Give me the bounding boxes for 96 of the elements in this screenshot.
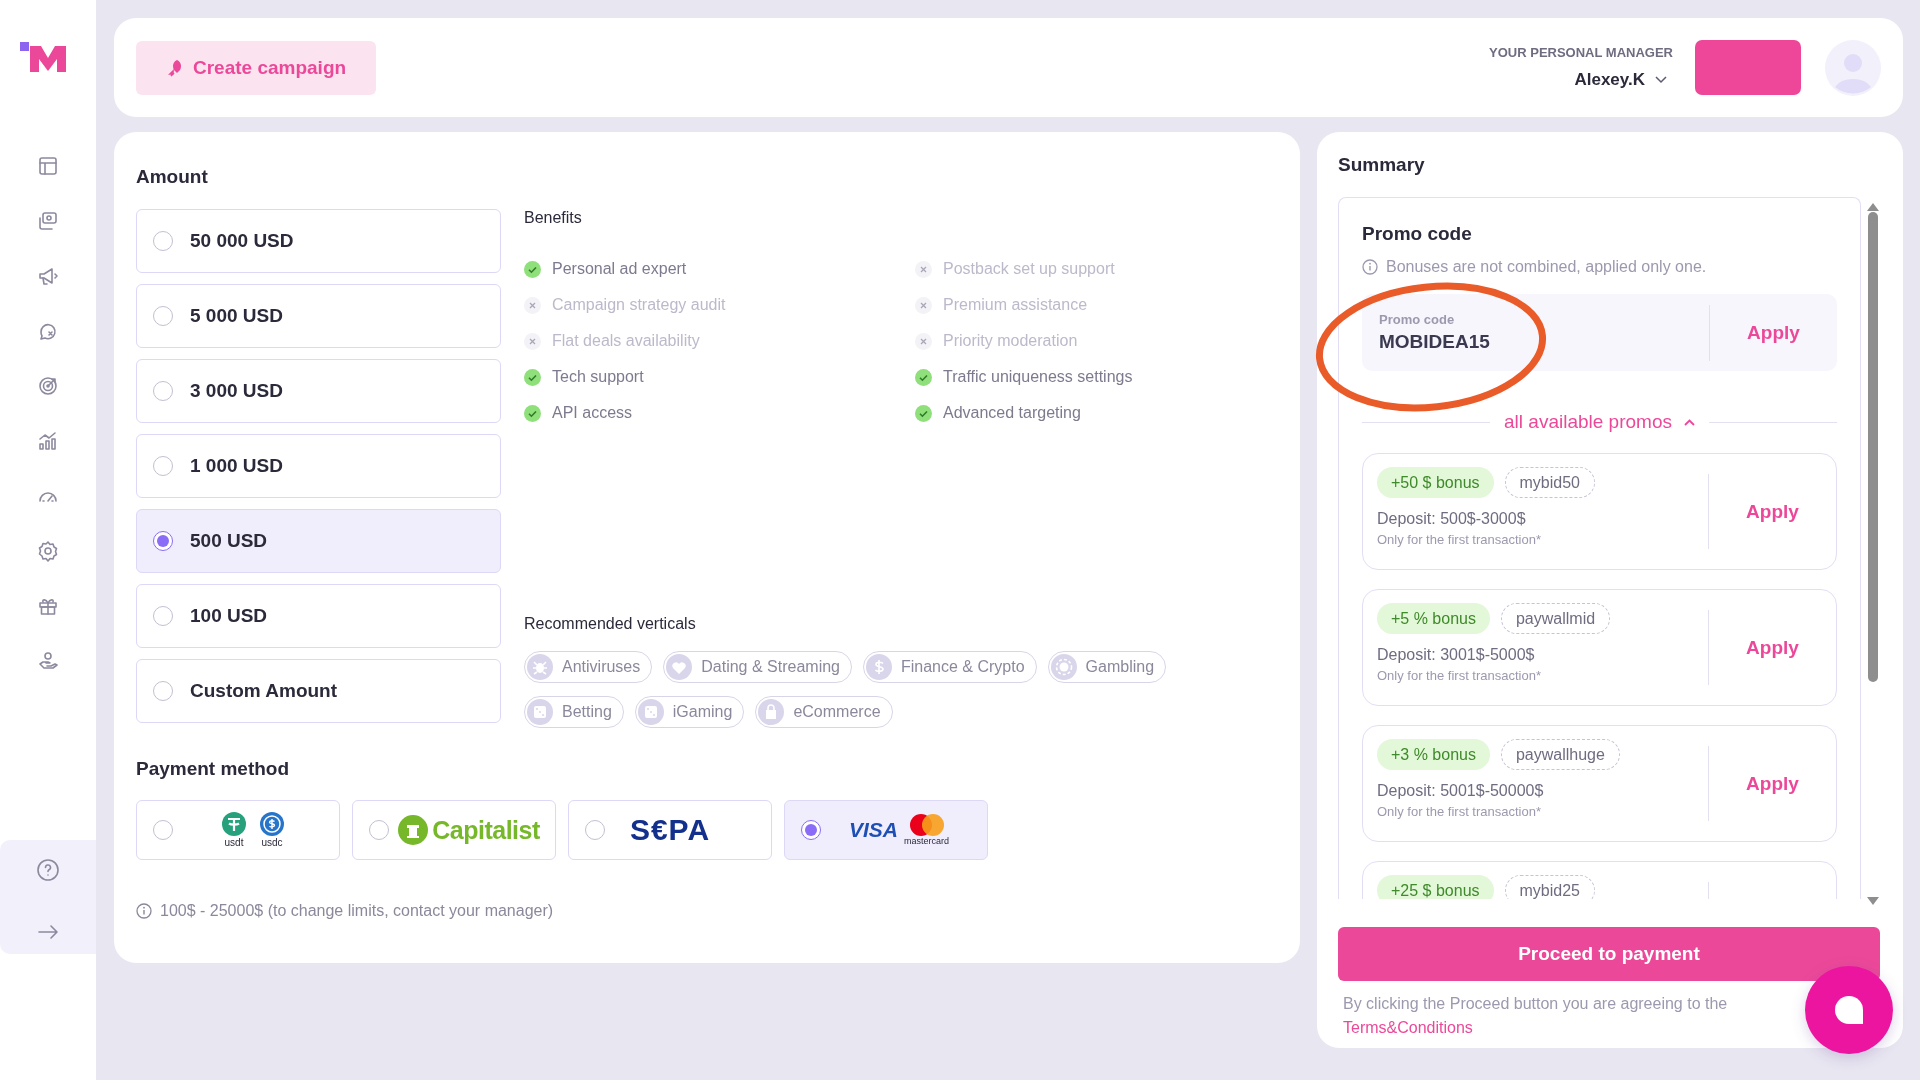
vertical-tag: Gambling (1047, 651, 1167, 683)
vertical-tag: iGaming (634, 696, 745, 728)
amount-option[interactable]: 100 USD (136, 584, 501, 648)
bonus-badge: +5 % bonus (1377, 603, 1490, 634)
scroll-down-icon[interactable] (1867, 897, 1879, 905)
condition-note: Only for the first transaction* (1377, 804, 1542, 819)
terms-text: By clicking the Proceed button you are agreeing to the Terms&Conditions (1343, 994, 1729, 1038)
help-icon[interactable] (36, 858, 60, 882)
target-icon[interactable] (37, 375, 59, 397)
cards-icon[interactable] (37, 210, 59, 232)
apply-button[interactable]: Apply (1709, 500, 1836, 523)
coin-label: usdc (261, 837, 283, 848)
promos-toggle[interactable]: all available promos (1504, 411, 1695, 433)
apply-button[interactable]: Apply (1709, 636, 1836, 659)
vertical-tag: Finance & Crypto (863, 651, 1037, 683)
benefit-label: Advanced targeting (943, 404, 1081, 422)
amount-option[interactable]: Custom Amount (136, 659, 501, 723)
amount-option[interactable]: 3 000 USD (136, 359, 501, 423)
vertical-tag: Antiviruses (524, 651, 653, 683)
manager-dropdown[interactable]: Alexey.K (1574, 70, 1667, 90)
payment-logo-text: VISA (849, 818, 898, 842)
deposit-range: Deposit: 500$-3000$ (1377, 510, 1527, 528)
hand-icon[interactable] (37, 650, 59, 672)
chart-icon[interactable] (37, 430, 59, 452)
condition-note: Only for the first transaction* (1377, 668, 1542, 683)
payment-option[interactable]: S€PA (568, 800, 772, 860)
bag-icon (758, 699, 785, 725)
bug-icon (527, 654, 553, 680)
deposit-range: Deposit: 5001$-50000$ (1377, 782, 1545, 800)
radio-button[interactable] (153, 381, 173, 401)
megaphone-icon[interactable] (37, 265, 59, 287)
bonus-badge: +25 $ bonus (1377, 875, 1494, 899)
payment-logo-text: mastercard (904, 836, 949, 846)
payment-logo-text: S€PA (629, 813, 711, 847)
radio-button[interactable] (153, 306, 173, 326)
radio-button[interactable] (153, 606, 173, 626)
benefit-label: Flat deals availability (552, 332, 700, 350)
benefit-label: Postback set up support (943, 260, 1115, 278)
amount-option[interactable]: 1 000 USD (136, 434, 501, 498)
dollar-icon (866, 654, 892, 680)
benefit-label: Tech support (552, 368, 644, 386)
benefit-label: Personal ad expert (552, 260, 687, 278)
speech-bubble-icon (1833, 994, 1865, 1026)
proceed-button[interactable]: Proceed to payment (1338, 927, 1880, 981)
dice-icon (527, 699, 553, 725)
section-title: Benefits (524, 209, 583, 227)
radio-button[interactable] (585, 820, 605, 840)
rocket-icon (168, 58, 184, 77)
terms-link[interactable]: Terms&Conditions (1343, 1019, 1473, 1036)
radio-button[interactable] (153, 531, 173, 551)
info-icon (136, 903, 152, 919)
benefit-label: Traffic uniqueness settings (943, 368, 1133, 386)
bonus-badge: +50 $ bonus (1377, 467, 1494, 498)
section-title: Promo code (1362, 223, 1473, 245)
radio-button[interactable] (153, 820, 173, 840)
section-title: Recommended verticals (524, 615, 697, 633)
deposit-range: Deposit: 3001$-5000$ (1377, 646, 1536, 664)
amount-option[interactable]: 5 000 USD (136, 284, 501, 348)
dice-icon (637, 699, 664, 725)
arrow-right-icon[interactable] (37, 924, 59, 940)
vertical-tag: eCommerce (755, 696, 893, 728)
condition-note: Only for the first transaction* (1377, 532, 1542, 547)
payment-option[interactable]: VISA mastercard (784, 800, 988, 860)
chip-icon (1050, 654, 1077, 680)
info-text: Bonuses are not combined, applied only one. (1386, 258, 1707, 276)
radio-button[interactable] (369, 820, 389, 840)
radio-button[interactable] (153, 231, 173, 251)
benefit-label: Campaign strategy audit (552, 296, 726, 314)
section-title: Amount (136, 166, 209, 188)
panel-title: Summary (1338, 154, 1426, 176)
payment-logo-text: Capitalist (432, 815, 540, 845)
settings-icon[interactable] (37, 540, 59, 562)
section-title: Payment method (136, 758, 291, 780)
radio-button[interactable] (153, 681, 173, 701)
radio-button[interactable] (801, 820, 821, 840)
promo-code-field[interactable]: Promo code MOBIDEA15 (1379, 312, 1709, 353)
vertical-tag: Dating & Streaming (663, 651, 852, 683)
amount-option[interactable]: 500 USD (136, 509, 501, 573)
benefit-label: Premium assistance (943, 296, 1088, 314)
benefit-label: Priority moderation (943, 332, 1078, 350)
benefit-label: API access (552, 404, 633, 422)
chevron-down-icon (1655, 76, 1667, 84)
apply-button[interactable]: Apply (1709, 772, 1836, 795)
coin-label: usdt (224, 837, 244, 848)
payment-option[interactable]: usdt usdc (136, 800, 340, 860)
manager-label: YOUR PERSONAL MANAGER (1489, 45, 1673, 60)
layout-icon[interactable] (37, 155, 59, 177)
coin-icon (222, 812, 246, 836)
limits-note: 100$ - 25000$ (to change limits, contact your manager) (160, 902, 554, 920)
bonus-badge: +3 % bonus (1377, 739, 1490, 770)
info-icon (1362, 259, 1378, 275)
vertical-tag: Betting (524, 696, 624, 728)
coin-icon (260, 812, 284, 836)
two-circles-icon (909, 814, 944, 836)
radio-button[interactable] (153, 456, 173, 476)
amount-option[interactable]: 50 000 USD (136, 209, 501, 273)
